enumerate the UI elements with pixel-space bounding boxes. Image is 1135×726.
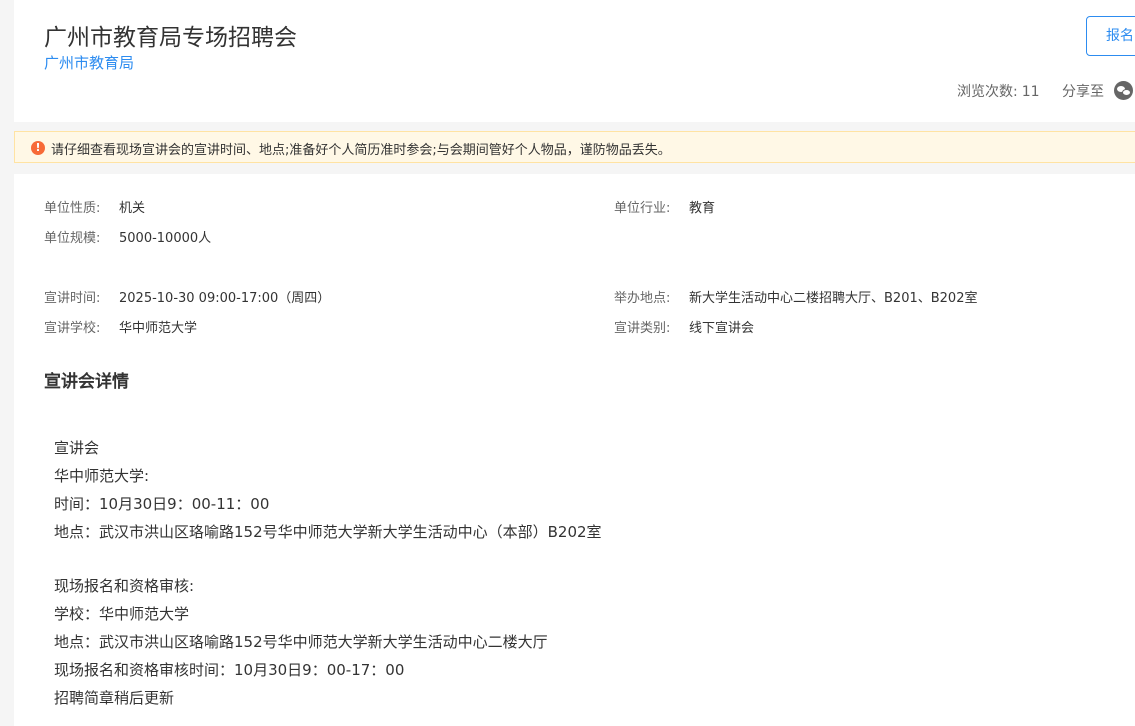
scale-value: 5000-10000人 [119, 231, 212, 246]
detail-line: 学校：华中师范大学 [54, 605, 190, 623]
school-value: 华中师范大学 [119, 321, 198, 336]
location-value: 新大学生活动中心二楼招聘大厅、B201、B202室 [689, 291, 978, 306]
scale-label: 单位规模: [44, 231, 101, 246]
scale-field: 单位规模: 5000-10000人 [44, 230, 211, 248]
share-label: 分享至 [1062, 84, 1104, 100]
detail-line: 现场报名和资格审核: [54, 577, 195, 595]
notice-banner: ! 请仔细查看现场宣讲会的宣讲时间、地点;准备好个人简历准时参会;与会期间管好个… [14, 131, 1135, 163]
signup-button[interactable]: 报名 [1086, 16, 1135, 56]
organizer-link[interactable]: 广州市教育局 [44, 52, 134, 73]
industry-value: 教育 [689, 201, 716, 216]
wechat-share-icon[interactable] [1114, 81, 1133, 100]
view-count: 浏览次数: 11 [957, 81, 1040, 101]
detail-line: 华中师范大学: [54, 467, 150, 485]
view-count-label: 浏览次数: [957, 84, 1018, 100]
detail-line: 地点：武汉市洪山区珞喻路152号华中师范大学新大学生活动中心二楼大厅 [54, 633, 548, 651]
unit-type-field: 单位性质: 机关 [44, 200, 145, 218]
unit-type-label: 单位性质: [44, 201, 101, 216]
exclamation-icon: ! [31, 141, 45, 155]
time-field: 宣讲时间: 2025-10-30 09:00-17:00（周四） [44, 290, 330, 308]
category-label: 宣讲类别: [614, 321, 671, 336]
industry-label: 单位行业: [614, 201, 671, 216]
notice-text: 请仔细查看现场宣讲会的宣讲时间、地点;准备好个人简历准时参会;与会期间管好个人物… [51, 143, 671, 158]
location-field: 举办地点: 新大学生活动中心二楼招聘大厅、B201、B202室 [614, 290, 977, 308]
location-label: 举办地点: [614, 291, 671, 306]
detail-line: 招聘简章稍后更新 [54, 689, 175, 707]
main-content: 单位性质: 机关 单位行业: 教育 单位规模: 5000-10000人 宣讲时间: 20… [14, 174, 1135, 726]
school-label: 宣讲学校: [44, 321, 101, 336]
industry-field: 单位行业: 教育 [614, 200, 715, 218]
detail-line: 时间：10月30日9：00-11：00 [54, 495, 270, 513]
school-field: 宣讲学校: 华中师范大学 [44, 320, 197, 338]
time-value: 2025-10-30 09:00-17:00（周四） [119, 291, 331, 306]
page-title: 广州市教育局专场招聘会 [44, 25, 297, 51]
category-value: 线下宣讲会 [689, 321, 755, 336]
page-header: 广州市教育局专场招聘会 广州市教育局 报名 浏览次数: 11 分享至 [14, 0, 1135, 122]
unit-type-value: 机关 [119, 201, 146, 216]
detail-line: 宣讲会 [54, 439, 100, 457]
view-count-value: 11 [1021, 84, 1040, 100]
detail-line: 现场报名和资格审核时间：10月30日9：00-17：00 [54, 661, 405, 679]
category-field: 宣讲类别: 线下宣讲会 [614, 320, 754, 338]
time-label: 宣讲时间: [44, 291, 101, 306]
details-heading: 宣讲会详情 [44, 372, 129, 392]
detail-line: 地点：武汉市洪山区珞喻路152号华中师范大学新大学生活动中心（本部）B202室 [54, 523, 602, 541]
